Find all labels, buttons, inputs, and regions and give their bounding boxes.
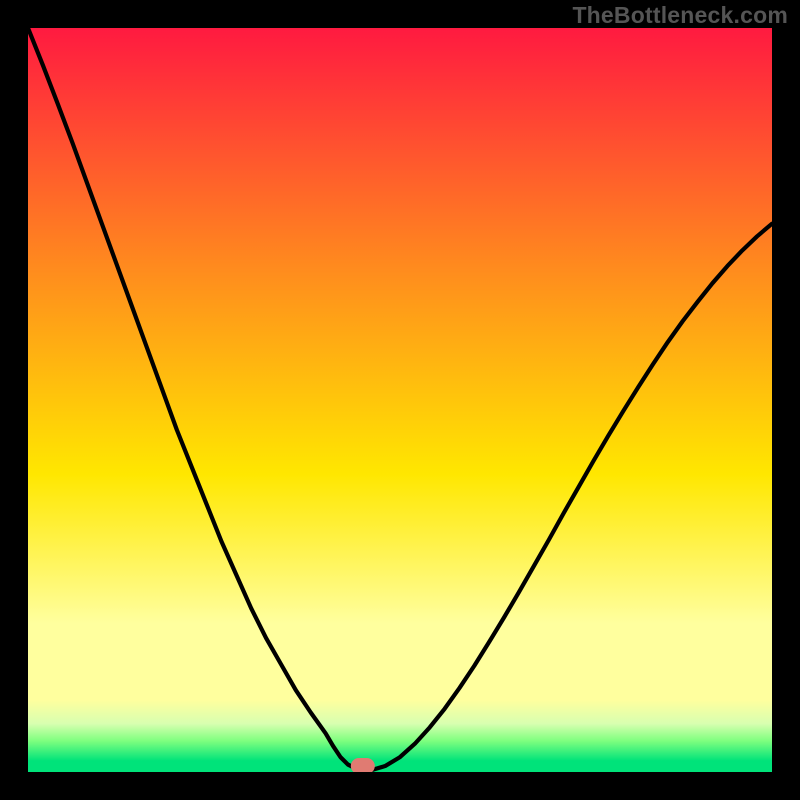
plot-frame: [0, 0, 28, 800]
optimum-marker: [351, 758, 375, 774]
plot-background: [28, 28, 772, 772]
watermark-text: TheBottleneck.com: [572, 2, 788, 29]
outer-frame: TheBottleneck.com: [0, 0, 800, 800]
plot-frame: [772, 0, 800, 800]
bottleneck-chart: [0, 0, 800, 800]
plot-frame: [0, 772, 800, 800]
